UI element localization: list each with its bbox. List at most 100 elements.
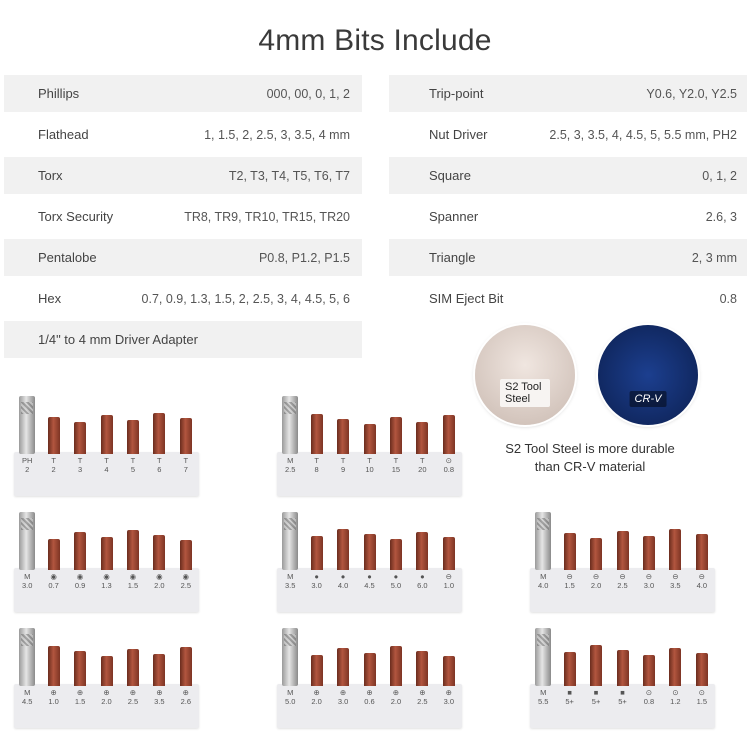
screwdriver-bit xyxy=(669,648,682,686)
bit-size-label: ■ 5+ xyxy=(565,688,574,706)
screwdriver-bit xyxy=(153,654,166,686)
spec-value: T2, T3, T4, T5, T6, T7 xyxy=(228,168,350,183)
bit-size-label: ■ 5+ xyxy=(591,688,601,706)
screwdriver-bit xyxy=(153,535,166,570)
spec-value: 2.5, 3, 3.5, 4, 4.5, 5, 5.5 mm, PH2 xyxy=(549,127,737,142)
bit-size-label: ⊖ 1.0 xyxy=(443,572,454,590)
screwdriver-bit xyxy=(310,414,323,454)
spec-row-nut-driver: Nut Driver 2.5, 3, 3.5, 4, 4.5, 5, 5.5 m… xyxy=(389,116,747,153)
caption-line-2: than CR-V material xyxy=(534,459,646,474)
spec-name: 1/4" to 4 mm Driver Adapter xyxy=(38,332,198,347)
left-spec-table: Phillips 000, 00, 0, 1, 2 Flathead 1, 1.… xyxy=(4,75,362,362)
s2-badge: S2 Tool Steel xyxy=(500,379,550,407)
bit-size-label: ⊕ 2.0 xyxy=(311,688,322,706)
spec-name: Torx xyxy=(38,168,63,183)
screwdriver-bit xyxy=(442,415,455,454)
bit-size-label: ⊕ 2.6 xyxy=(180,688,191,706)
screwdriver-bit xyxy=(337,529,350,570)
spec-row-torx-security: Torx Security TR8, TR9, TR10, TR15, TR20 xyxy=(4,198,362,235)
screwdriver-bit xyxy=(100,537,113,570)
screwdriver-bit xyxy=(669,529,682,570)
spec-value: 1, 1.5, 2, 2.5, 3, 3.5, 4 mm xyxy=(204,127,350,142)
spec-name: Triangle xyxy=(429,250,476,265)
bit-holder xyxy=(282,628,299,686)
bit-size-label: ■ 5+ xyxy=(618,688,627,706)
bit-size-label: ⊕ 2.0 xyxy=(390,688,402,706)
bit-size-label: T 5 xyxy=(130,456,136,474)
spec-name: Torx Security xyxy=(38,209,114,224)
spec-row-flathead: Flathead 1, 1.5, 2, 2.5, 3, 3.5, 4 mm xyxy=(4,116,362,153)
screwdriver-bit xyxy=(563,652,576,686)
screwdriver-bit xyxy=(363,534,376,570)
spec-name: SIM Eject Bit xyxy=(429,291,504,306)
bit-size-label: ◉ 0.9 xyxy=(74,572,86,590)
screwdriver-bit xyxy=(442,656,455,686)
bit-size-label: ⊙ 1.5 xyxy=(696,688,707,706)
right-spec-table: Trip-point Y0.6, Y2.0, Y2.5 Nut Driver 2… xyxy=(389,75,747,321)
s2-tool-steel-photo: S2 Tool Steel xyxy=(475,325,575,425)
screwdriver-bit xyxy=(126,649,139,686)
screwdriver-bit xyxy=(695,534,708,570)
screwdriver-bit xyxy=(642,655,655,686)
bit-size-label: ⊖ 1.5 xyxy=(564,572,575,590)
screwdriver-bit xyxy=(310,536,323,570)
screwdriver-bit xyxy=(416,532,429,570)
bit-size-label: M 2.5 xyxy=(284,456,296,474)
screwdriver-bit xyxy=(47,539,60,570)
screwdriver-bit xyxy=(590,538,603,570)
bit-size-label: T 8 xyxy=(314,456,319,474)
spec-name: Phillips xyxy=(38,86,80,101)
bit-holder xyxy=(19,396,36,454)
spec-row-phillips: Phillips 000, 00, 0, 1, 2 xyxy=(4,75,362,112)
bit-size-label: ⊖ 3.5 xyxy=(670,572,681,590)
bit-size-label: T 20 xyxy=(418,456,427,474)
page-title: 4mm Bits Include xyxy=(258,24,492,57)
bit-size-label: PH 2 xyxy=(21,456,33,474)
spec-value: Y0.6, Y2.0, Y2.5 xyxy=(646,86,737,101)
bit-size-label: ⊕ 3.5 xyxy=(154,688,165,706)
screwdriver-bit xyxy=(100,415,113,454)
material-caption: S2 Tool Steel is more durable than CR-V … xyxy=(470,440,710,476)
screwdriver-bit xyxy=(616,650,629,686)
screwdriver-bit xyxy=(563,533,576,570)
bit-holder xyxy=(535,628,552,686)
bit-size-label: ⊕ 0.6 xyxy=(364,688,375,706)
screwdriver-bit xyxy=(642,536,655,570)
bit-size-label: T 15 xyxy=(391,456,401,474)
bit-size-label: ⊖ 2.5 xyxy=(617,572,628,590)
spec-name: Spanner xyxy=(429,209,479,224)
spec-name: Flathead xyxy=(38,127,89,142)
bit-size-label: M 3.5 xyxy=(284,572,296,590)
spec-value: 0.8 xyxy=(719,291,737,306)
bit-size-label: ⊕ 3.0 xyxy=(443,688,454,706)
spec-name: Pentalobe xyxy=(38,250,97,265)
screwdriver-bit xyxy=(616,531,629,570)
bit-size-label: ⊙ 0.8 xyxy=(443,456,454,474)
screwdriver-bit xyxy=(389,417,402,454)
spec-value: 0.7, 0.9, 1.3, 1.5, 2, 2.5, 3, 4, 4.5, 5… xyxy=(141,291,350,306)
screwdriver-bit xyxy=(126,530,139,570)
spec-row-trip-point: Trip-point Y0.6, Y2.0, Y2.5 xyxy=(389,75,747,112)
crv-photo: CR-V xyxy=(598,325,698,425)
bit-size-label: ● 5.0 xyxy=(390,572,402,590)
screwdriver-bit xyxy=(389,646,402,686)
screwdriver-bit xyxy=(389,539,402,570)
bit-size-label: ⊕ 2.5 xyxy=(127,688,139,706)
screwdriver-bit xyxy=(179,418,192,454)
bit-size-label: ◉ 1.3 xyxy=(101,572,112,590)
screwdriver-bit xyxy=(363,653,376,686)
spec-value: 0, 1, 2 xyxy=(702,168,737,183)
screwdriver-bit xyxy=(337,419,350,454)
screwdriver-bit xyxy=(179,647,192,686)
spec-value: 000, 00, 0, 1, 2 xyxy=(266,86,350,101)
bit-size-label: M 3.0 xyxy=(21,572,33,590)
bit-holder xyxy=(282,512,299,570)
caption-line-1: S2 Tool Steel is more durable xyxy=(505,441,675,456)
screwdriver-bit xyxy=(126,420,139,454)
screwdriver-bit xyxy=(416,651,429,686)
bit-size-label: T 10 xyxy=(365,456,374,474)
crv-badge: CR-V xyxy=(629,391,667,407)
spec-name: Hex xyxy=(38,291,62,306)
bit-holder xyxy=(535,512,552,570)
bit-size-label: ⊕ 2.5 xyxy=(417,688,428,706)
